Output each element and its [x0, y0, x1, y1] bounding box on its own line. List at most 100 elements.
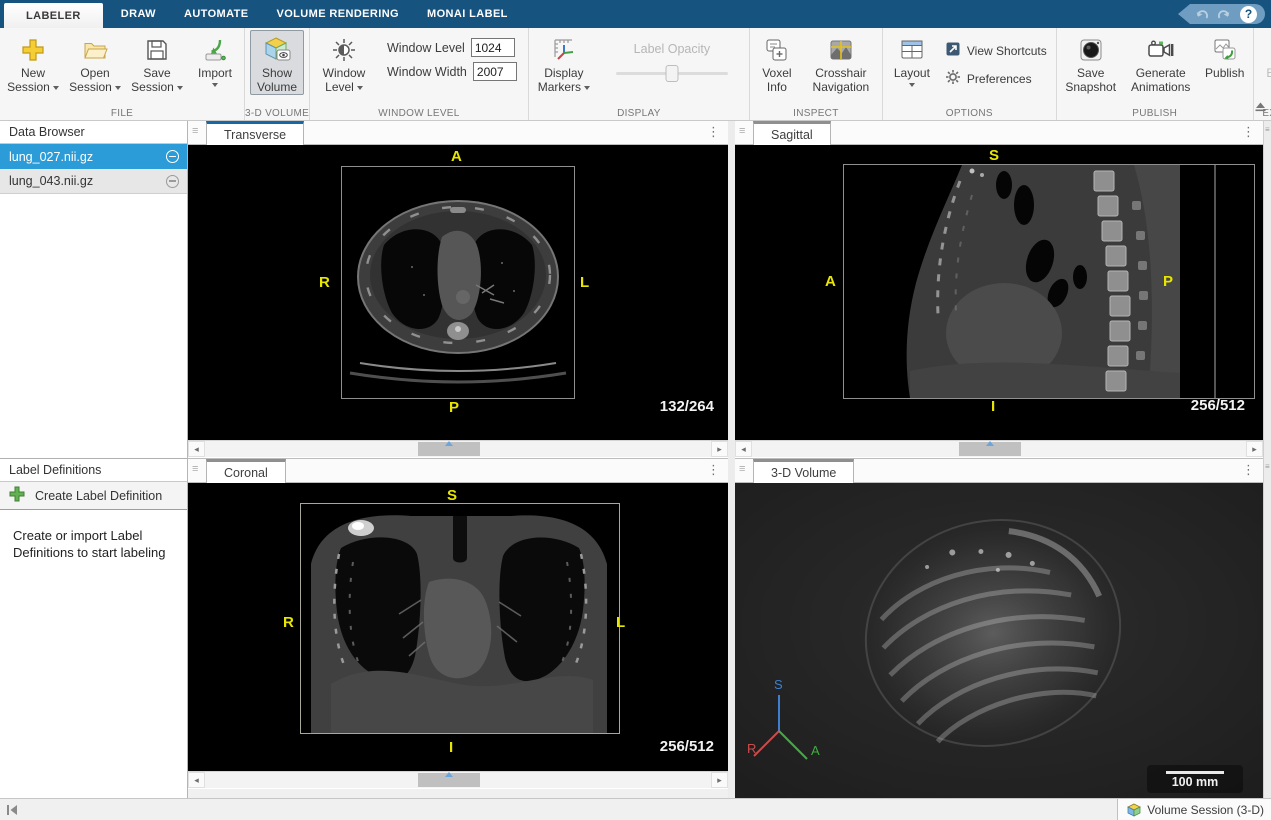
help-icon[interactable]: ?	[1240, 6, 1257, 23]
crosshair-navigation-icon	[828, 34, 854, 66]
tab-volume-rendering[interactable]: VOLUME RENDERING	[262, 0, 413, 28]
data-browser-item-lung-043[interactable]: lung_043.nii.gz	[0, 169, 187, 194]
layout-dropdown-icon[interactable]	[909, 83, 915, 87]
remove-volume-icon[interactable]	[166, 150, 179, 163]
volume-menu-icon[interactable]: ⋮	[1242, 462, 1255, 478]
scroll-left-icon[interactable]: ◂	[735, 441, 752, 457]
transverse-tab[interactable]: Transverse	[206, 121, 304, 145]
label-definitions-empty-text: Create or import Label Definitions to st…	[13, 527, 173, 561]
crosshair-navigation-button[interactable]: Crosshair Navigation	[805, 30, 877, 95]
tab-draw[interactable]: DRAW	[107, 0, 170, 28]
voxel-info-button[interactable]: Voxel Info	[755, 30, 799, 95]
open-session-button[interactable]: Open Session	[67, 30, 123, 95]
viewport-transverse: ≡ Transverse ⋮	[188, 121, 728, 458]
create-label-definition-button[interactable]: Create Label Definition	[0, 482, 187, 510]
open-session-dropdown-icon[interactable]	[115, 86, 121, 90]
collapse-panel-icon[interactable]	[5, 803, 19, 820]
display-markers-button[interactable]: Display Markers	[534, 30, 594, 95]
tab-automate[interactable]: AUTOMATE	[170, 0, 263, 28]
tab-monai-label[interactable]: MONAI LABEL	[413, 0, 522, 28]
volume-canvas[interactable]: S R A 100 mm	[735, 483, 1263, 799]
save-session-dropdown-icon[interactable]	[177, 86, 183, 90]
coronal-canvas[interactable]: S R L I 256/512	[188, 483, 728, 771]
drag-handle-icon[interactable]: ≡	[739, 125, 745, 137]
scale-bar-line	[1166, 771, 1224, 774]
remove-volume-icon[interactable]	[166, 175, 179, 188]
orientation-posterior: P	[1163, 273, 1173, 290]
coronal-tab[interactable]: Coronal	[206, 459, 286, 483]
redo-icon[interactable]	[1217, 7, 1232, 21]
ct-slice-sagittal[interactable]	[843, 164, 1255, 399]
crosshair-navigation-label: Crosshair Navigation	[806, 66, 876, 94]
orientation-axes-triad: S R A	[747, 673, 837, 778]
data-browser-item-lung-027[interactable]: lung_027.nii.gz	[0, 144, 187, 169]
axis-right-label: R	[747, 741, 756, 756]
drag-handle-icon[interactable]: ≡	[192, 125, 198, 137]
inspect-section-label: INSPECT	[750, 108, 882, 119]
preferences-button[interactable]: Preferences	[944, 68, 1047, 89]
import-button[interactable]: Import	[191, 30, 239, 88]
sagittal-tab[interactable]: Sagittal	[753, 121, 831, 145]
publish-section-label: PUBLISH	[1057, 108, 1253, 119]
publish-button[interactable]: Publish	[1202, 30, 1248, 81]
slice-position-marker	[445, 772, 453, 777]
sagittal-menu-icon[interactable]: ⋮	[1242, 124, 1255, 140]
show-volume-toggle[interactable]: Show Volume	[250, 30, 304, 95]
window-level-button[interactable]: Window Level	[315, 30, 373, 95]
display-markers-dropdown-icon[interactable]	[584, 86, 590, 90]
scroll-left-icon[interactable]: ◂	[188, 441, 205, 457]
display-markers-label: Display Markers	[538, 66, 584, 94]
create-label-definition-label: Create Label Definition	[35, 489, 162, 503]
window-level-dropdown-icon[interactable]	[357, 86, 363, 90]
ct-slice-transverse[interactable]	[341, 166, 575, 399]
drag-handle-icon[interactable]: ≡	[739, 463, 745, 475]
layout-button[interactable]: Layout	[888, 30, 936, 88]
window-level-input[interactable]	[471, 38, 515, 57]
new-session-dropdown-icon[interactable]	[53, 86, 59, 90]
sagittal-canvas[interactable]: S A P I 256/512	[735, 145, 1263, 440]
strip-handle-icon[interactable]: ≡	[1265, 463, 1270, 471]
view-shortcuts-button[interactable]: View Shortcuts	[944, 40, 1047, 61]
main-area: Data Browser lung_027.nii.gz lung_043.ni…	[0, 121, 1271, 798]
label-opacity-slider[interactable]	[616, 65, 728, 82]
slider-thumb[interactable]	[665, 65, 678, 82]
transverse-canvas[interactable]: A R L P 132/264	[188, 145, 728, 440]
save-session-icon	[144, 34, 170, 66]
scroll-right-icon[interactable]: ▸	[711, 441, 728, 457]
collapsed-panel-strip[interactable]: ≡ ≡	[1263, 121, 1271, 798]
layout-label: Layout	[894, 66, 930, 80]
export-button[interactable]: Export	[1259, 30, 1271, 88]
medical-image-labeler-app: LABELER DRAW AUTOMATE VOLUME RENDERING M…	[0, 0, 1271, 820]
ct-slice-coronal[interactable]	[300, 503, 620, 734]
tab-labeler[interactable]: LABELER	[4, 3, 103, 28]
volume-tab[interactable]: 3-D Volume	[753, 459, 854, 483]
undo-icon[interactable]	[1194, 7, 1209, 21]
publish-icon	[1212, 34, 1238, 66]
data-item-name: lung_043.nii.gz	[9, 174, 166, 188]
save-session-label: Save Session	[131, 66, 174, 94]
status-bar: Volume Session (3-D)	[0, 798, 1271, 820]
session-label: Volume Session (3-D)	[1147, 803, 1264, 817]
save-session-button[interactable]: Save Session	[129, 30, 185, 95]
scrollbar-track[interactable]	[752, 441, 1246, 457]
collapse-ribbon-icon[interactable]	[1254, 100, 1267, 118]
label-opacity-control: Label Opacity	[600, 30, 744, 82]
strip-handle-icon[interactable]: ≡	[1265, 126, 1270, 134]
scroll-left-icon[interactable]: ◂	[188, 772, 205, 788]
import-dropdown-icon[interactable]	[212, 83, 218, 87]
save-snapshot-button[interactable]: Save Snapshot	[1062, 30, 1120, 95]
scrollbar-track[interactable]	[205, 441, 711, 457]
generate-animations-button[interactable]: Generate Animations	[1126, 30, 1196, 95]
scale-bar: 100 mm	[1147, 765, 1243, 793]
new-session-button[interactable]: New Session	[5, 30, 61, 95]
scroll-right-icon[interactable]: ▸	[711, 772, 728, 788]
drag-handle-icon[interactable]: ≡	[192, 463, 198, 475]
coronal-menu-icon[interactable]: ⋮	[707, 462, 720, 478]
scroll-right-icon[interactable]: ▸	[1246, 441, 1263, 457]
window-width-input[interactable]	[473, 62, 517, 81]
orientation-anterior: A	[825, 273, 836, 290]
preferences-label: Preferences	[967, 72, 1032, 86]
open-session-label: Open Session	[69, 66, 112, 94]
transverse-menu-icon[interactable]: ⋮	[707, 124, 720, 140]
scrollbar-track[interactable]	[205, 772, 711, 788]
